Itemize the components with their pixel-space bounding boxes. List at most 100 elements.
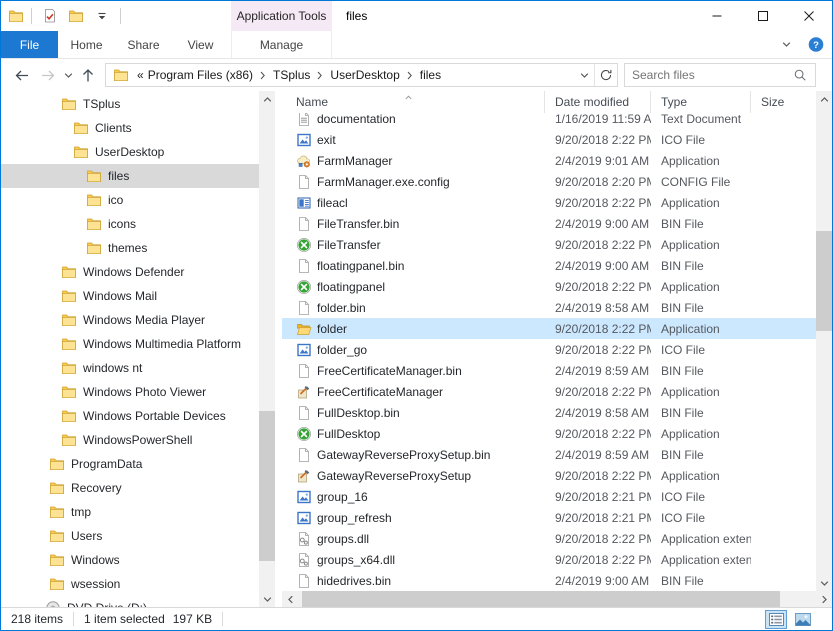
tree-item-wsession[interactable]: wsession (1, 572, 259, 596)
tab-view[interactable]: View (172, 31, 229, 58)
file-type: Application extens... (651, 553, 751, 567)
maximize-button[interactable] (740, 1, 786, 31)
breadcrumb-separator-icon[interactable] (255, 71, 271, 80)
doc-blank-icon (296, 405, 312, 421)
file-row-folder-go[interactable]: folder_go9/20/2018 2:22 PMICO File (282, 339, 816, 360)
tree-item-windows-multimedia-platform[interactable]: Windows Multimedia Platform (1, 332, 259, 356)
file-row-freecertificatemanager-bin[interactable]: FreeCertificateManager.bin2/4/2019 8:59 … (282, 360, 816, 381)
file-row-fileacl[interactable]: fileacl9/20/2018 2:22 PMApplication (282, 192, 816, 213)
tree-item-dvd-drive-d[interactable]: DVD Drive (D:) (1, 596, 259, 607)
scroll-left-button[interactable] (282, 591, 298, 607)
tree-item-windows-mail[interactable]: Windows Mail (1, 284, 259, 308)
file-row-freecertificatemanager[interactable]: FreeCertificateManager9/20/2018 2:22 PMA… (282, 381, 816, 402)
breadcrumb-item-files[interactable]: files (418, 68, 443, 82)
breadcrumb-overflow[interactable]: « (135, 68, 146, 82)
column-header-size[interactable]: Size (751, 91, 807, 113)
tree-scrollbar-thumb[interactable] (259, 411, 275, 561)
file-row-filetransfer-bin[interactable]: FileTransfer.bin2/4/2019 9:00 AMBIN File (282, 213, 816, 234)
tree-item-files[interactable]: files (1, 164, 259, 188)
file-row-filetransfer[interactable]: FileTransfer9/20/2018 2:22 PMApplication (282, 234, 816, 255)
list-horizontal-scrollbar[interactable] (282, 591, 832, 607)
column-header-date-modified[interactable]: Date modified (545, 91, 651, 113)
file-row-hidedrives-bin[interactable]: hidedrives.bin2/4/2019 9:00 AMBIN File (282, 570, 816, 591)
qat-properties-button[interactable] (39, 5, 61, 27)
tree-item-windows[interactable]: Windows (1, 548, 259, 572)
contextual-tab-header[interactable]: Application Tools (231, 1, 332, 31)
file-row-floatingpanel[interactable]: floatingpanel9/20/2018 2:22 PMApplicatio… (282, 276, 816, 297)
minimize-button[interactable] (694, 1, 740, 31)
file-row-gatewayreverseproxysetup[interactable]: GatewayReverseProxySetup9/20/2018 2:22 P… (282, 465, 816, 486)
file-row-groups-x64-dll[interactable]: groups_x64.dll9/20/2018 2:22 PMApplicati… (282, 549, 816, 570)
tree-item-windows-nt[interactable]: windows nt (1, 356, 259, 380)
recent-locations-button[interactable] (61, 62, 75, 88)
scroll-right-button[interactable] (816, 591, 832, 607)
back-button[interactable] (9, 62, 35, 88)
file-row-group-16[interactable]: group_169/20/2018 2:21 PMICO File (282, 486, 816, 507)
folder-icon (73, 144, 89, 160)
tree-item-ico[interactable]: ico (1, 188, 259, 212)
breadcrumb-item-tsplus[interactable]: TSplus (271, 68, 312, 82)
thumbnails-view-button[interactable] (792, 610, 814, 629)
file-row-fulldesktop[interactable]: FullDesktop9/20/2018 2:22 PMApplication (282, 423, 816, 444)
file-row-gatewayreverseproxysetup-bin[interactable]: GatewayReverseProxySetup.bin2/4/2019 8:5… (282, 444, 816, 465)
tree-item-tsplus[interactable]: TSplus (1, 92, 259, 116)
tree-item-windows-portable-devices[interactable]: Windows Portable Devices (1, 404, 259, 428)
tab-manage[interactable]: Manage (231, 31, 332, 58)
tree-item-windows-photo-viewer[interactable]: Windows Photo Viewer (1, 380, 259, 404)
forward-button[interactable] (35, 62, 61, 88)
file-row-floatingpanel-bin[interactable]: floatingpanel.bin2/4/2019 9:00 AMBIN Fil… (282, 255, 816, 276)
scroll-up-button[interactable] (816, 91, 832, 107)
help-button[interactable]: ? (806, 35, 826, 55)
address-bar[interactable]: «Program Files (x86) TSplus UserDesktop fil… (105, 63, 618, 87)
breadcrumb-separator-icon[interactable] (312, 71, 328, 80)
tab-file[interactable]: File (1, 31, 58, 58)
tree-item-userdesktop[interactable]: UserDesktop (1, 140, 259, 164)
file-row-fulldesktop-bin[interactable]: FullDesktop.bin2/4/2019 8:58 AMBIN File (282, 402, 816, 423)
up-button[interactable] (75, 62, 101, 88)
scroll-down-button[interactable] (259, 591, 275, 607)
folder-icon (61, 264, 77, 280)
doc-blank-icon (296, 174, 312, 190)
breadcrumb-item-userdesktop[interactable]: UserDesktop (328, 68, 401, 82)
ribbon-collapse-button[interactable] (776, 35, 796, 55)
file-row-groups-dll[interactable]: groups.dll9/20/2018 2:22 PMApplication e… (282, 528, 816, 549)
file-row-documentation[interactable]: documentation1/16/2019 11:59 AMText Docu… (282, 113, 816, 129)
tree-item-windowspowershell[interactable]: WindowsPowerShell (1, 428, 259, 452)
details-view-button[interactable] (765, 610, 787, 629)
file-row-farmmanager-exe-config[interactable]: FarmManager.exe.config9/20/2018 2:20 PMC… (282, 171, 816, 192)
tab-share[interactable]: Share (115, 31, 172, 58)
tree-item-clients[interactable]: Clients (1, 116, 259, 140)
file-row-exit[interactable]: exit9/20/2018 2:22 PMICO File (282, 129, 816, 150)
tree-item-icons[interactable]: icons (1, 212, 259, 236)
file-row-farmmanager[interactable]: FarmManager2/4/2019 9:01 AMApplication (282, 150, 816, 171)
scroll-up-button[interactable] (259, 91, 275, 107)
column-header-type[interactable]: Type (651, 91, 751, 113)
breadcrumb-separator-icon[interactable] (402, 71, 418, 80)
tree-item-users[interactable]: Users (1, 524, 259, 548)
address-dropdown-button[interactable] (574, 64, 594, 86)
close-button[interactable] (786, 1, 832, 31)
list-scrollbar-thumb[interactable] (816, 231, 832, 331)
list-vertical-scrollbar[interactable] (816, 91, 832, 591)
breadcrumb-item-program-files-x86[interactable]: Program Files (x86) (146, 68, 255, 82)
file-row-folder-bin[interactable]: folder.bin2/4/2019 8:58 AMBIN File (282, 297, 816, 318)
tree-scrollbar[interactable] (259, 91, 275, 607)
qat-divider (31, 8, 32, 24)
tree-item-programdata[interactable]: ProgramData (1, 452, 259, 476)
tree-item-windows-defender[interactable]: Windows Defender (1, 260, 259, 284)
qat-new-folder-button[interactable] (65, 5, 87, 27)
scroll-down-button[interactable] (816, 575, 832, 591)
file-row-group-refresh[interactable]: group_refresh9/20/2018 2:21 PMICO File (282, 507, 816, 528)
tree-item-tmp[interactable]: tmp (1, 500, 259, 524)
tab-home[interactable]: Home (58, 31, 115, 58)
search-input[interactable]: Search files (624, 63, 816, 87)
qat-customize-button[interactable] (91, 5, 113, 27)
tree-item-recovery[interactable]: Recovery (1, 476, 259, 500)
tree-item-windows-media-player[interactable]: Windows Media Player (1, 308, 259, 332)
file-name-cell: GatewayReverseProxySetup.bin (296, 447, 545, 463)
file-row-folder[interactable]: folder9/20/2018 2:22 PMApplication (282, 318, 816, 339)
refresh-button[interactable] (595, 64, 617, 86)
tree-item-themes[interactable]: themes (1, 236, 259, 260)
column-header-name[interactable]: Name (296, 91, 545, 113)
horizontal-scrollbar-thumb[interactable] (302, 591, 780, 607)
